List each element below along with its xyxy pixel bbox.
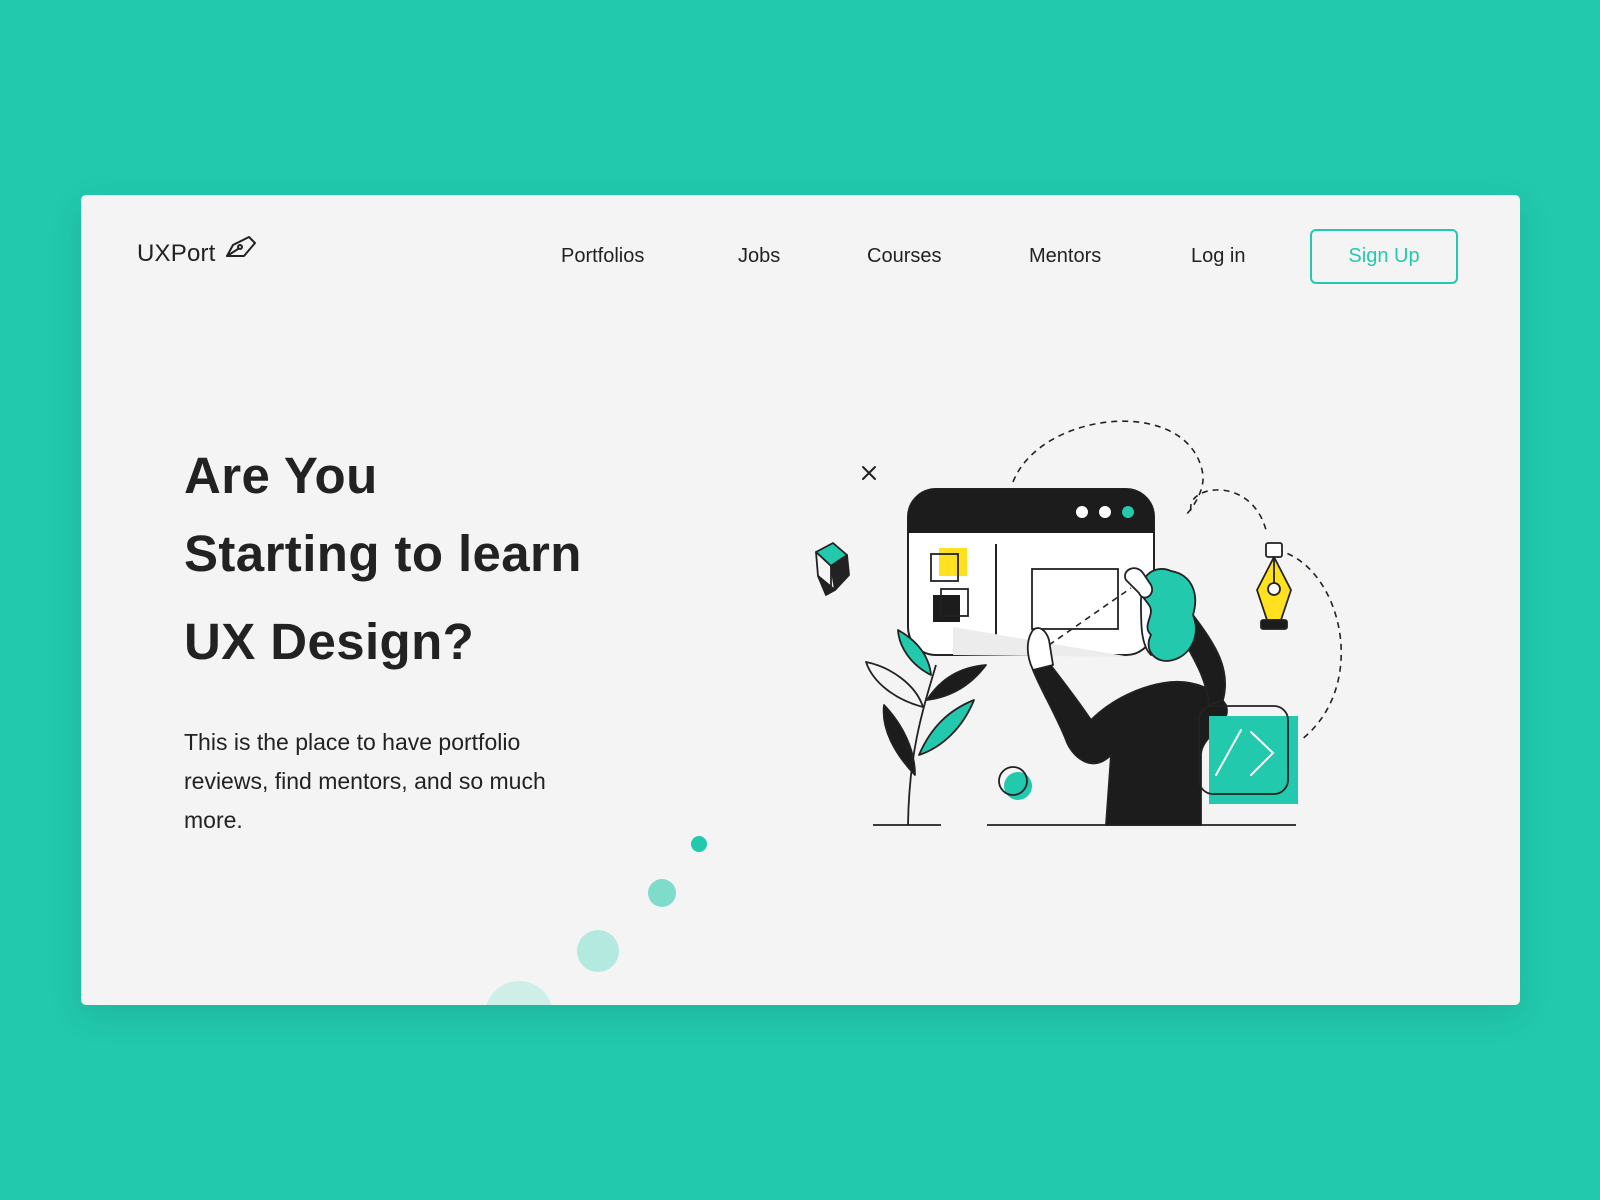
code-block-graphic: [1198, 705, 1298, 804]
cube-icon: [815, 542, 850, 596]
pen-nib-tool-icon: [1256, 542, 1292, 630]
decorative-dots: [486, 836, 707, 1005]
designer-at-browser-window-illustration: [486, 420, 1343, 1005]
landing-card: UXPort Portfolios Jobs Courses Mentors L…: [81, 195, 1520, 1005]
circle-shapes: [998, 766, 1032, 800]
plant-graphic: [865, 629, 987, 826]
close-mark-icon: [862, 466, 876, 480]
